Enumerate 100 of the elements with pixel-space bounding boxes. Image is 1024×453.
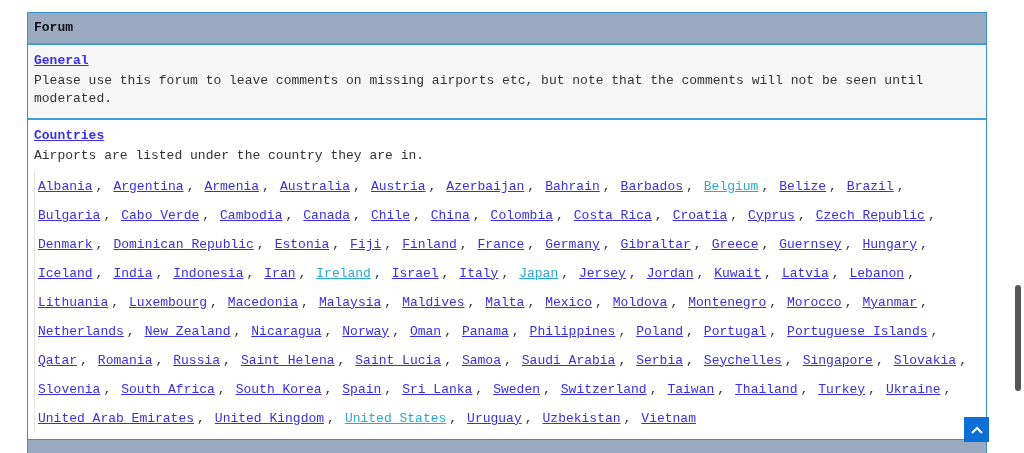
country-link[interactable]: Denmark [38, 234, 93, 255]
country-link[interactable]: Gibraltar [620, 234, 691, 255]
country-link[interactable]: Finland [402, 234, 457, 255]
country-link[interactable]: Czech Republic [815, 205, 925, 226]
country-link[interactable]: Jordan [646, 263, 694, 284]
country-link[interactable]: Malta [485, 292, 525, 313]
country-link[interactable]: Slovenia [38, 379, 101, 400]
country-link[interactable]: Mexico [545, 292, 592, 313]
country-link[interactable]: Belize [779, 176, 827, 197]
country-link[interactable]: Australia [279, 176, 351, 197]
country-link[interactable]: Lithuania [38, 292, 109, 313]
country-link[interactable]: Luxembourg [129, 292, 208, 313]
country-link[interactable]: Myanmar [862, 292, 918, 313]
country-link[interactable]: Uruguay [467, 408, 522, 429]
country-link[interactable]: Fiji [350, 234, 382, 255]
country-link[interactable]: Portugal [703, 321, 767, 342]
country-link[interactable]: Dominican Republic [113, 234, 254, 255]
country-link[interactable]: Lebanon [849, 263, 905, 284]
country-link[interactable]: Saint Lucia [355, 350, 442, 371]
country-link[interactable]: China [430, 205, 470, 226]
section-title-link[interactable]: General [34, 52, 89, 69]
country-link[interactable]: Bulgaria [38, 205, 101, 226]
country-link[interactable]: Canada [303, 205, 351, 226]
comma-separator: , [392, 322, 400, 341]
comma-separator: , [324, 380, 333, 399]
country-link[interactable]: Spain [342, 379, 382, 400]
country-link[interactable]: Panama [461, 321, 509, 342]
country-link[interactable]: South Africa [121, 379, 215, 400]
country-link[interactable]: Austria [370, 176, 426, 197]
country-link[interactable]: Iran [264, 263, 296, 284]
country-link[interactable]: Saudi Arabia [521, 350, 616, 371]
country-link[interactable]: Poland [636, 321, 684, 342]
country-link[interactable]: Thailand [735, 379, 798, 400]
country-link[interactable]: Vietnam [641, 408, 696, 429]
country-link[interactable]: Israel [391, 263, 439, 284]
comma-separator: , [449, 409, 458, 428]
country-link[interactable]: Latvia [781, 263, 829, 284]
country-link[interactable]: South Korea [235, 379, 322, 400]
comma-separator: , [285, 206, 294, 225]
country-link[interactable]: Cambodia [220, 205, 283, 226]
country-link[interactable]: Germany [545, 234, 600, 255]
country-link[interactable]: France [477, 234, 525, 255]
country-link[interactable]: Montenegro [688, 292, 767, 313]
country-link[interactable]: Moldova [612, 292, 668, 313]
country-link[interactable]: Singapore [802, 350, 873, 371]
country-link[interactable]: Netherlands [38, 321, 124, 342]
country-link[interactable]: Guernsey [779, 234, 842, 255]
country-link[interactable]: Colombia [490, 205, 553, 226]
country-link[interactable]: Chile [370, 205, 410, 226]
country-link[interactable]: Hungary [862, 234, 918, 255]
country-link[interactable]: Cyprus [748, 205, 795, 226]
country-link[interactable]: Uzbekistan [542, 408, 621, 429]
country-link[interactable]: Italy [459, 263, 499, 284]
country-link[interactable]: Estonia [274, 234, 330, 255]
country-link[interactable]: Bahrain [545, 176, 600, 197]
country-link[interactable]: Croatia [672, 205, 728, 226]
country-link[interactable]: Oman [409, 321, 442, 342]
country-link[interactable]: Maldives [402, 292, 465, 313]
country-link[interactable]: Cabo Verde [121, 205, 200, 226]
country-link[interactable]: Saint Helena [240, 350, 335, 371]
country-link[interactable]: Macedonia [227, 292, 299, 313]
country-link[interactable]: Taiwan [667, 379, 715, 400]
country-link[interactable]: Sweden [493, 379, 540, 400]
section-title-link[interactable]: Countries [34, 127, 105, 144]
country-link[interactable]: Norway [342, 321, 390, 342]
country-link[interactable]: Indonesia [173, 263, 244, 284]
country-link[interactable]: United Kingdom [214, 408, 325, 429]
country-link[interactable]: Brazil [846, 176, 894, 197]
country-link[interactable]: Switzerland [560, 379, 647, 400]
country-link[interactable]: Russia [173, 350, 221, 371]
country-link[interactable]: Iceland [38, 263, 93, 284]
country-link[interactable]: Costa Rica [573, 205, 652, 226]
country-link[interactable]: Malaysia [318, 292, 382, 313]
country-link[interactable]: Ukraine [885, 379, 941, 400]
comma-separator: , [686, 322, 694, 341]
country-link[interactable]: Philippines [529, 321, 616, 342]
comma-separator: , [441, 264, 450, 283]
country-link[interactable]: Kuwait [714, 263, 762, 284]
country-link[interactable]: Turkey [818, 379, 866, 400]
country-link[interactable]: Sri Lanka [402, 379, 473, 400]
country-link[interactable]: Armenia [204, 176, 260, 197]
comma-separator: , [561, 264, 569, 283]
country-link[interactable]: United Arab Emirates [38, 408, 195, 429]
country-link[interactable]: Seychelles [703, 350, 782, 371]
country-link[interactable]: Nicaragua [251, 321, 322, 342]
country-link[interactable]: Greece [711, 234, 759, 255]
country-link[interactable]: Jersey [579, 263, 626, 284]
country-link[interactable]: Serbia [636, 350, 684, 371]
country-link[interactable]: Portuguese Islands [787, 321, 928, 342]
country-link[interactable]: New Zealand [144, 321, 231, 342]
country-link[interactable]: Azerbaijan [446, 176, 525, 197]
country-link[interactable]: Barbados [620, 176, 683, 197]
country-link[interactable]: Samoa [461, 350, 501, 371]
country-link[interactable]: India [113, 263, 153, 284]
country-link[interactable]: Romania [97, 350, 153, 371]
country-link[interactable]: Morocco [787, 292, 842, 313]
country-link[interactable]: Slovakia [893, 350, 957, 371]
country-link[interactable]: Albania [38, 176, 93, 197]
country-link[interactable]: Argentina [113, 176, 184, 197]
country-link[interactable]: Qatar [38, 350, 77, 371]
